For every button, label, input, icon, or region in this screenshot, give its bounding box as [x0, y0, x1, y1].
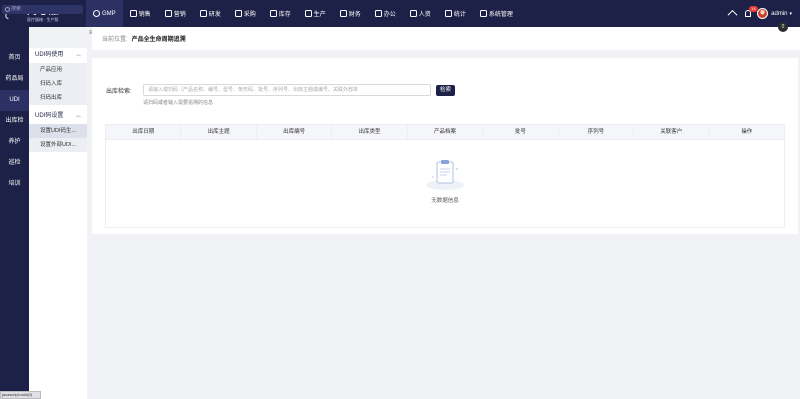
- nav-label: 办公: [383, 12, 396, 18]
- brand-subtitle: 医疗器械 · 生产版: [27, 16, 59, 22]
- nav-hr[interactable]: 人资: [403, 0, 438, 27]
- nav-label: 营销: [173, 12, 186, 18]
- settings-icon: [479, 10, 487, 17]
- nav-label: 采购: [243, 12, 256, 18]
- pie-icon: [444, 10, 452, 17]
- breadcrumb-prefix: 当前位置:: [102, 37, 128, 43]
- nav-label: 统计: [453, 12, 466, 18]
- column-header: 序列号: [559, 125, 635, 139]
- nav-label: GMP: [102, 10, 116, 17]
- main-panel: 出库检索: 请输入或扫码（产品名称、编号、型号、条形码、批号、序列号、出库主题或…: [92, 58, 798, 234]
- factory-icon: [304, 10, 312, 17]
- avatar[interactable]: [757, 8, 769, 19]
- nav-label: 财务: [348, 12, 361, 18]
- column-header: 产品档案: [408, 125, 484, 139]
- top-navigation-bar: 同心雁 医疗器械 · 生产版 GMP 销售 营销 研发 采购 库存 生产 财务 …: [0, 0, 800, 27]
- sidebar-item-udi[interactable]: UDI: [0, 90, 29, 111]
- column-header: 操作: [741, 129, 753, 135]
- nav-label: 生产: [313, 12, 326, 18]
- chart-icon: [129, 10, 137, 17]
- subnav-group-label: UDI码使用: [35, 52, 64, 58]
- nav-label: 研发: [208, 12, 221, 18]
- notification-button[interactable]: 14: [745, 5, 758, 18]
- notification-badge: 14: [749, 5, 758, 12]
- nav-system[interactable]: 系统管理: [473, 0, 520, 27]
- sub-sidebar: UDI码使用 ︿ 产品应用 扫码入库 扫码出库 UDI码设置 ︿ 设置UDI码生…: [29, 48, 87, 399]
- subnav-item-scan-inbound[interactable]: 扫码入库: [29, 77, 87, 91]
- grid-menu-icon[interactable]: ⠿: [778, 22, 788, 32]
- bar-chart-icon: [164, 10, 172, 17]
- main-sidebar: 首页 药品局 UDI 出库检 养护 巡检 培训: [0, 27, 29, 399]
- subnav-group-udi-use[interactable]: UDI码使用 ︿: [29, 48, 87, 63]
- warehouse-icon: [269, 10, 277, 17]
- sidebar-item-training[interactable]: 培训: [0, 174, 29, 195]
- nav-marketing[interactable]: 营销: [158, 0, 193, 27]
- user-name[interactable]: admin: [771, 11, 787, 17]
- column-header: 批号: [483, 125, 559, 139]
- empty-state: 无数据信息: [106, 140, 784, 228]
- status-url-tooltip: javascript:void(0): [0, 391, 41, 399]
- briefcase-icon: [374, 10, 382, 17]
- page-title: 产品全生命周期追溯: [131, 37, 186, 43]
- subnav-group-udi-settings[interactable]: UDI码设置 ︿: [29, 109, 87, 124]
- search-button[interactable]: 检索: [436, 84, 456, 96]
- subnav-group-label: UDI码设置: [35, 113, 64, 119]
- nav-office[interactable]: 办公: [368, 0, 403, 27]
- nav-gmp[interactable]: GMP: [86, 0, 123, 27]
- nav-label: 销售: [138, 12, 151, 18]
- sidebar-item-outbound-inspection[interactable]: 出库检: [0, 111, 29, 132]
- gmp-icon: [93, 10, 100, 17]
- outbound-table: 出库日期 出库主题 出库编号 出库类型 产品档案 批号 序列号 关联客户 操作 …: [105, 124, 785, 228]
- money-icon: [339, 10, 347, 17]
- nav-finance[interactable]: 财务: [333, 0, 368, 27]
- menu-search-input[interactable]: 搜索: [2, 5, 83, 14]
- search-row: 出库检索: 请输入或扫码（产品名称、编号、型号、条形码、批号、序列号、出库主题或…: [106, 84, 456, 96]
- column-header: 出库编号: [257, 125, 333, 139]
- column-header: 关联客户: [634, 125, 710, 139]
- nav-label: 库存: [278, 12, 291, 18]
- home-icon[interactable]: [728, 10, 736, 18]
- column-header: 出库日期: [106, 125, 182, 139]
- nav-sales[interactable]: 销售: [123, 0, 158, 27]
- sidebar-item-drug-bureau[interactable]: 药品局: [0, 69, 29, 90]
- chevron-up-icon: ︿: [75, 52, 81, 58]
- sidebar-item-patrol[interactable]: 巡检: [0, 153, 29, 174]
- column-header: 出库主题: [181, 125, 257, 139]
- table-header: 出库日期 出库主题 出库编号 出库类型 产品档案 批号 序列号 关联客户 操作: [106, 125, 784, 140]
- chevron-up-icon: ︿: [75, 113, 81, 119]
- nav-production[interactable]: 生产: [298, 0, 333, 27]
- subnav-item-scan-outbound[interactable]: 扫码出库: [29, 91, 87, 105]
- nav-purchase[interactable]: 采购: [228, 0, 263, 27]
- sidebar-item-home[interactable]: 首页: [0, 48, 29, 69]
- column-header: 出库类型: [332, 125, 408, 139]
- module-nav: GMP 销售 营销 研发 采购 库存 生产 财务 办公 人资 统计 系统管理: [86, 0, 520, 27]
- empty-clipboard-icon: [426, 160, 464, 190]
- nav-inventory[interactable]: 库存: [263, 0, 298, 27]
- nav-label: 人资: [418, 12, 431, 18]
- nav-label: 系统管理: [488, 12, 513, 18]
- nav-rnd[interactable]: 研发: [193, 0, 228, 27]
- cart-icon: [234, 10, 242, 17]
- person-icon: [409, 10, 417, 17]
- trace-search-input[interactable]: 请输入或扫码（产品名称、编号、型号、条形码、批号、序列号、出库主题或编号、关联外…: [143, 84, 431, 96]
- nav-statistics[interactable]: 统计: [438, 0, 473, 27]
- sidebar-item-maintenance[interactable]: 养护: [0, 132, 29, 153]
- subnav-item-set-udi-generation[interactable]: 设置UDI码生...: [29, 124, 87, 138]
- search-placeholder: 搜索: [11, 6, 22, 12]
- search-hint: 请扫码或者输入需要追溯的信息: [143, 100, 214, 106]
- flask-icon: [199, 10, 207, 17]
- chevron-down-icon[interactable]: ▾: [789, 11, 792, 17]
- empty-state-text: 无数据信息: [431, 198, 459, 204]
- subnav-item-product-application[interactable]: 产品应用: [29, 63, 87, 77]
- breadcrumb: 当前位置: 产品全生命周期追溯: [92, 27, 800, 50]
- subnav-item-set-external-udi[interactable]: 设置外部UDI...: [29, 138, 87, 152]
- search-label: 出库检索:: [106, 88, 132, 95]
